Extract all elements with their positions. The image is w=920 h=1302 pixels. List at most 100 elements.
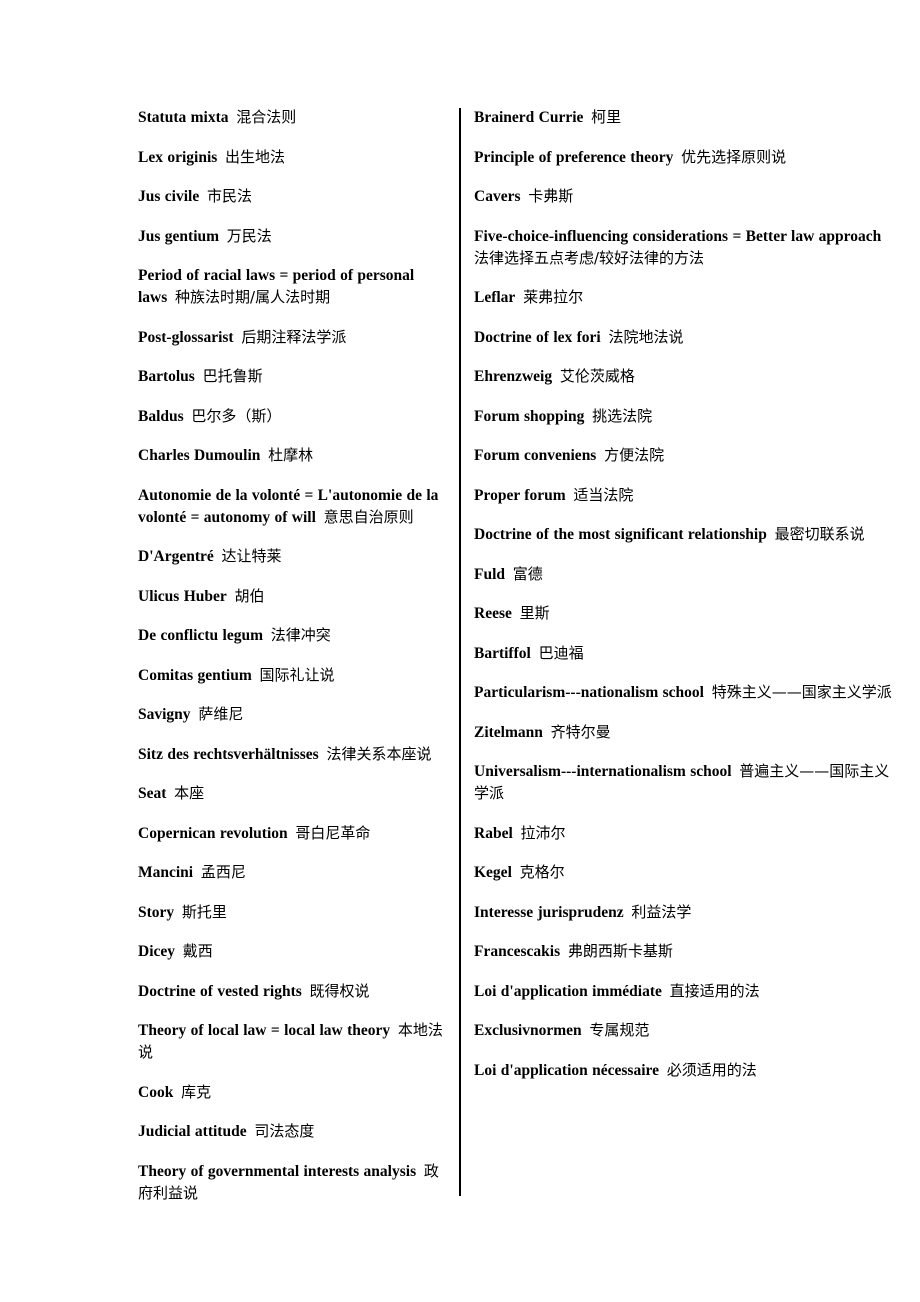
glossary-translation: 巴迪福 — [538, 643, 584, 662]
glossary-translation: 直接适用的法 — [669, 981, 760, 1000]
glossary-translation: 孟西尼 — [200, 863, 246, 881]
glossary-entry: Comitas gentium 国际礼让说 — [138, 665, 443, 687]
glossary-entry: Francescakis 弗朗西斯卡基斯 — [474, 941, 902, 963]
glossary-entry: Ulicus Huber 胡伯 — [138, 586, 443, 608]
glossary-term: Cook — [138, 1083, 174, 1101]
glossary-term: Judicial attitude — [138, 1123, 247, 1140]
glossary-entry: Doctrine of vested rights 既得权说 — [138, 981, 443, 1003]
glossary-translation: 种族法时期/属人法时期 — [175, 288, 331, 306]
glossary-translation: 胡伯 — [234, 586, 265, 605]
glossary-translation: 特殊主义——国家主义学派 — [711, 683, 892, 701]
glossary-translation: 法律选择五点考虑/较好法律的方法 — [474, 248, 705, 267]
glossary-columns: Statuta mixta 混合法则 Lex originis 出生地法 Jus c… — [0, 107, 920, 1205]
glossary-entry: Mancini 孟西尼 — [138, 862, 443, 884]
glossary-term: Savigny — [138, 706, 191, 723]
glossary-term: Forum conveniens — [474, 447, 597, 464]
glossary-translation: 齐特尔曼 — [550, 722, 611, 741]
glossary-translation: 达让特莱 — [221, 547, 282, 565]
glossary-translation: 戴西 — [182, 942, 213, 960]
glossary-entry: Cook 库克 — [138, 1082, 443, 1104]
glossary-entry: Cavers 卡弗斯 — [474, 186, 902, 208]
glossary-term: Loi d'application immédiate — [474, 982, 662, 1000]
glossary-term: Sitz des rechtsverhältnisses — [138, 745, 319, 763]
glossary-entry: Post-glossarist 后期注释法学派 — [138, 327, 443, 349]
glossary-term: Bartolus — [138, 368, 195, 385]
glossary-entry: Autonomie de la volonté = L'autonomie de… — [138, 485, 443, 529]
glossary-translation: 库克 — [181, 1082, 212, 1101]
glossary-term: D'Argentré — [138, 548, 214, 565]
glossary-translation: 意思自治原则 — [323, 507, 414, 526]
glossary-entry: D'Argentré 达让特莱 — [138, 546, 443, 568]
glossary-term: Charles Dumoulin — [138, 447, 261, 464]
glossary-translation: 法律冲突 — [270, 626, 331, 644]
glossary-entry: Universalism---internationalism school 普… — [474, 761, 902, 805]
glossary-translation: 出生地法 — [225, 147, 286, 166]
glossary-entry: Jus civile 市民法 — [138, 186, 443, 208]
glossary-translation: 拉沛尔 — [520, 823, 566, 842]
glossary-entry: Story 斯托里 — [138, 902, 443, 924]
glossary-column-left: Statuta mixta 混合法则 Lex originis 出生地法 Jus c… — [0, 107, 459, 1205]
glossary-term: Jus civile — [138, 188, 200, 205]
glossary-translation: 方便法院 — [604, 446, 665, 464]
glossary-translation: 法律关系本座说 — [326, 744, 432, 763]
glossary-term: Fuld — [474, 565, 506, 583]
glossary-translation: 巴托鲁斯 — [202, 367, 263, 385]
glossary-entry: Statuta mixta 混合法则 — [138, 107, 443, 129]
glossary-term: Forum shopping — [474, 407, 585, 425]
glossary-entry: Fuld 富德 — [474, 564, 902, 586]
glossary-translation: 最密切联系说 — [774, 525, 865, 543]
glossary-column-right: Brainerd Currie 柯里 Principle of preferenc… — [459, 107, 920, 1082]
glossary-translation: 里斯 — [519, 604, 550, 622]
glossary-entry: Proper forum 适当法院 — [474, 485, 902, 507]
glossary-term: Bartiffol — [474, 644, 531, 662]
glossary-translation: 后期注释法学派 — [241, 327, 347, 346]
glossary-translation: 斯托里 — [181, 902, 227, 921]
glossary-translation: 艾伦茨威格 — [559, 367, 635, 385]
glossary-translation: 市民法 — [206, 187, 252, 205]
glossary-term: Particularism---nationalism school — [474, 684, 704, 701]
glossary-translation: 混合法则 — [236, 108, 297, 126]
glossary-translation: 莱弗拉尔 — [523, 288, 584, 306]
glossary-term: Principle of preference theory — [474, 148, 674, 166]
glossary-translation: 萨维尼 — [198, 705, 244, 723]
glossary-term: Jus gentium — [138, 227, 220, 245]
glossary-translation: 哥白尼革命 — [295, 823, 371, 842]
glossary-entry: Forum conveniens 方便法院 — [474, 445, 902, 467]
glossary-term: Copernican revolution — [138, 824, 288, 842]
glossary-term: Ulicus Huber — [138, 587, 227, 605]
glossary-term: Mancini — [138, 864, 194, 881]
glossary-term: Doctrine of the most significant relatio… — [474, 526, 767, 543]
glossary-translation: 利益法学 — [631, 902, 692, 921]
glossary-term: Rabel — [474, 824, 513, 842]
glossary-entry: Doctrine of lex fori 法院地法说 — [474, 327, 902, 349]
glossary-term: Universalism---internationalism school — [474, 763, 732, 780]
glossary-translation: 必须适用的法 — [666, 1060, 757, 1079]
glossary-entry: Zitelmann 齐特尔曼 — [474, 722, 902, 744]
glossary-translation: 巴尔多（斯） — [191, 406, 282, 425]
glossary-term: Francescakis — [474, 943, 561, 960]
glossary-term: Five-choice-influencing considerations =… — [474, 227, 882, 245]
glossary-entry: De conflictu legum 法律冲突 — [138, 625, 443, 647]
glossary-term: Statuta mixta — [138, 109, 229, 126]
glossary-entry: Bartolus 巴托鲁斯 — [138, 366, 443, 388]
glossary-translation: 既得权说 — [309, 981, 370, 1000]
glossary-term: Brainerd Currie — [474, 109, 584, 126]
glossary-entry: Rabel 拉沛尔 — [474, 823, 902, 845]
glossary-translation: 克格尔 — [519, 863, 565, 881]
glossary-term: Post-glossarist — [138, 328, 234, 346]
glossary-term: Kegel — [474, 864, 512, 881]
glossary-term: De conflictu legum — [138, 627, 263, 644]
glossary-translation: 杜摩林 — [268, 446, 314, 464]
glossary-entry: Kegel 克格尔 — [474, 862, 902, 884]
glossary-entry: Bartiffol 巴迪福 — [474, 643, 902, 665]
glossary-term: Proper forum — [474, 486, 566, 504]
glossary-term: Loi d'application nécessaire — [474, 1061, 660, 1079]
glossary-entry: Lex originis 出生地法 — [138, 147, 443, 169]
glossary-entry: Seat 本座 — [138, 783, 443, 805]
glossary-term: Story — [138, 903, 175, 921]
glossary-term: Baldus — [138, 407, 184, 425]
glossary-translation: 优先选择原则说 — [681, 147, 787, 166]
glossary-term: Leflar — [474, 289, 516, 306]
glossary-translation: 适当法院 — [573, 485, 634, 504]
glossary-entry: Particularism---nationalism school 特殊主义—… — [474, 682, 902, 704]
